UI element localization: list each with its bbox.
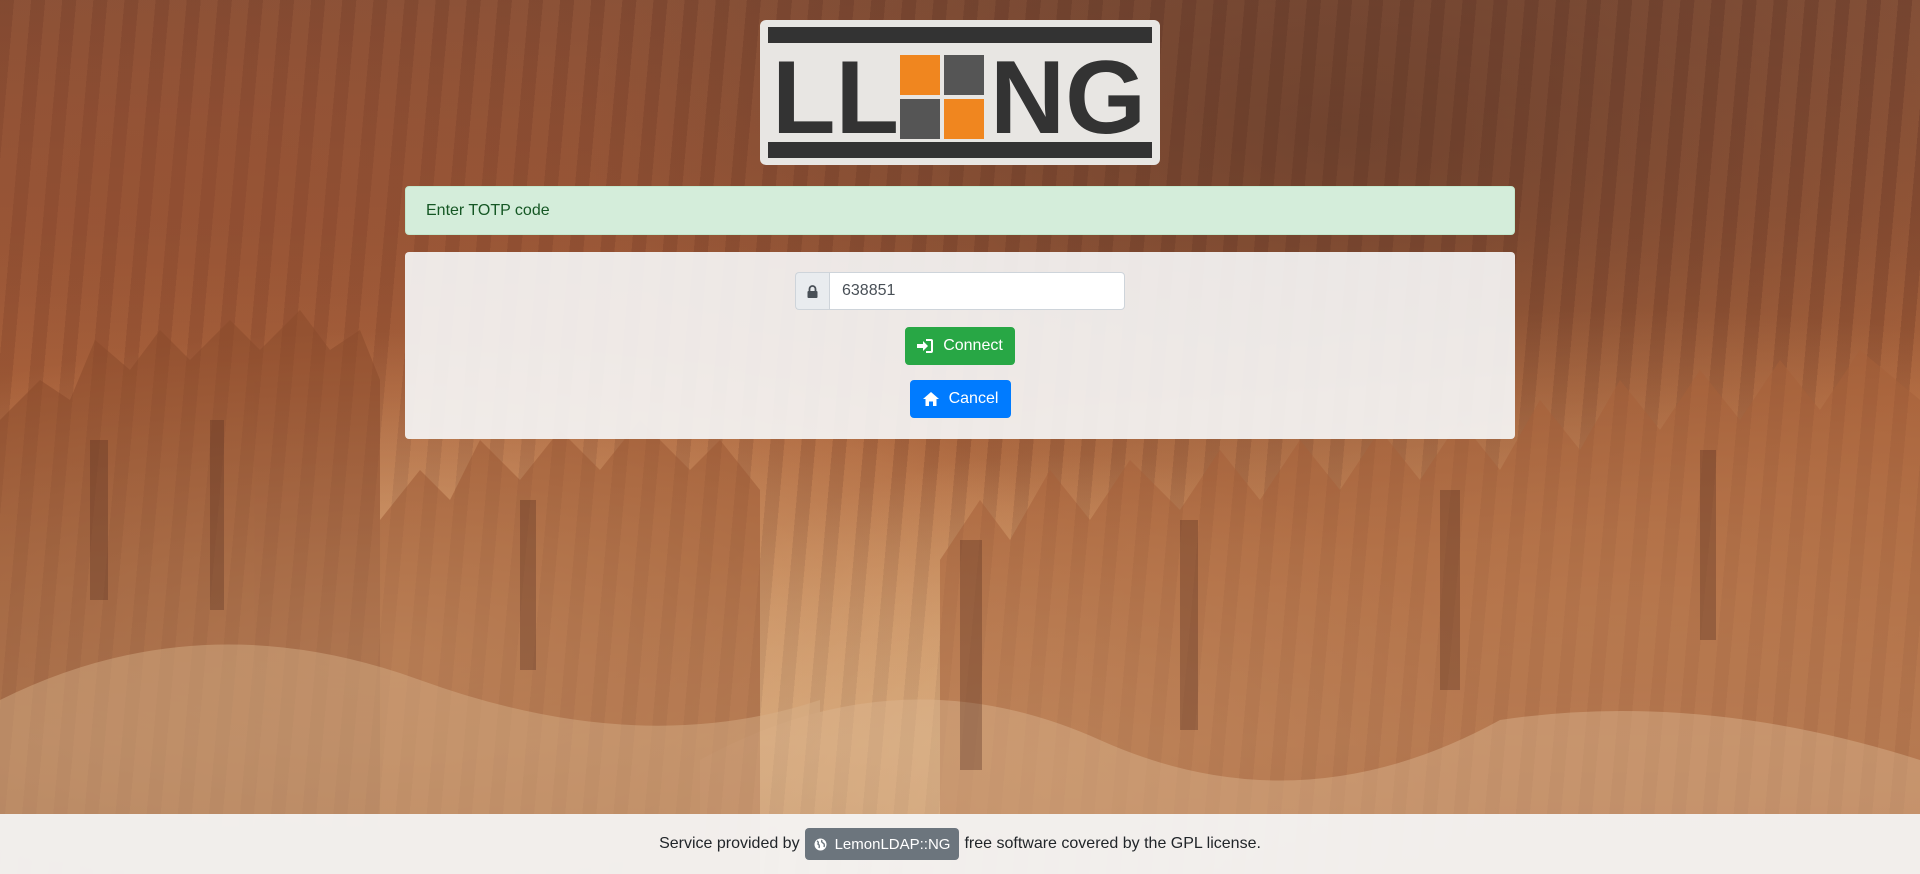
footer-suffix: free software covered by the GPL license… bbox=[964, 835, 1261, 852]
svg-text:LL: LL bbox=[772, 40, 899, 156]
totp-alert: Enter TOTP code bbox=[405, 186, 1515, 235]
sign-in-icon bbox=[917, 339, 934, 353]
logo-graphic: LL NG bbox=[768, 27, 1152, 158]
alert-message: Enter TOTP code bbox=[426, 202, 550, 219]
totp-form-card: Connect Cancel bbox=[405, 252, 1515, 439]
lemonldap-logo: LL NG bbox=[760, 20, 1160, 165]
cancel-button[interactable]: Cancel bbox=[910, 380, 1011, 418]
connect-button[interactable]: Connect bbox=[905, 327, 1015, 365]
footer-prefix: Service provided by bbox=[659, 835, 800, 852]
totp-input-group bbox=[795, 272, 1125, 310]
connect-button-label: Connect bbox=[943, 337, 1003, 354]
footer: Service provided by LemonLDAP::NG free s… bbox=[0, 814, 1920, 874]
globe-icon bbox=[814, 838, 827, 851]
lock-icon bbox=[795, 272, 829, 310]
cancel-button-label: Cancel bbox=[948, 390, 999, 407]
lemonldap-link[interactable]: LemonLDAP::NG bbox=[804, 828, 960, 860]
home-icon bbox=[922, 392, 939, 406]
svg-text:NG: NG bbox=[990, 40, 1146, 156]
lemonldap-link-label: LemonLDAP::NG bbox=[834, 835, 951, 853]
totp-code-input[interactable] bbox=[829, 272, 1125, 310]
